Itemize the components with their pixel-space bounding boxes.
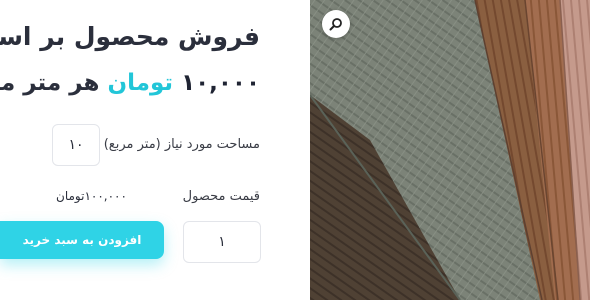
add-to-cart-button[interactable]: افزودن به سبد خرید bbox=[0, 221, 164, 259]
product-image[interactable] bbox=[310, 0, 590, 300]
total-price: ۱۰۰,۰۰۰تومان bbox=[56, 189, 127, 203]
price-number: ۱۰,۰۰۰ bbox=[181, 70, 260, 96]
area-label: مساحت مورد نیاز (متر مربع) bbox=[103, 137, 260, 152]
product-page: فروش محصول بر اساس ۱۰,۰۰۰ تومان هر متر م… bbox=[0, 0, 590, 300]
search-icon bbox=[329, 18, 342, 31]
quantity-input[interactable]: ۱ bbox=[183, 221, 261, 263]
carpet-swatches-illustration bbox=[310, 0, 590, 300]
price-per-unit: ۱۰,۰۰۰ تومان هر متر مربع bbox=[0, 66, 260, 100]
price-label: قیمت محصول bbox=[182, 189, 260, 204]
zoom-button[interactable] bbox=[322, 10, 350, 38]
price-unit: هر متر مربع bbox=[0, 70, 100, 96]
price-currency: تومان bbox=[107, 70, 174, 96]
area-input[interactable]: ۱۰ bbox=[52, 124, 100, 166]
product-title: فروش محصول بر اساس bbox=[0, 22, 260, 51]
